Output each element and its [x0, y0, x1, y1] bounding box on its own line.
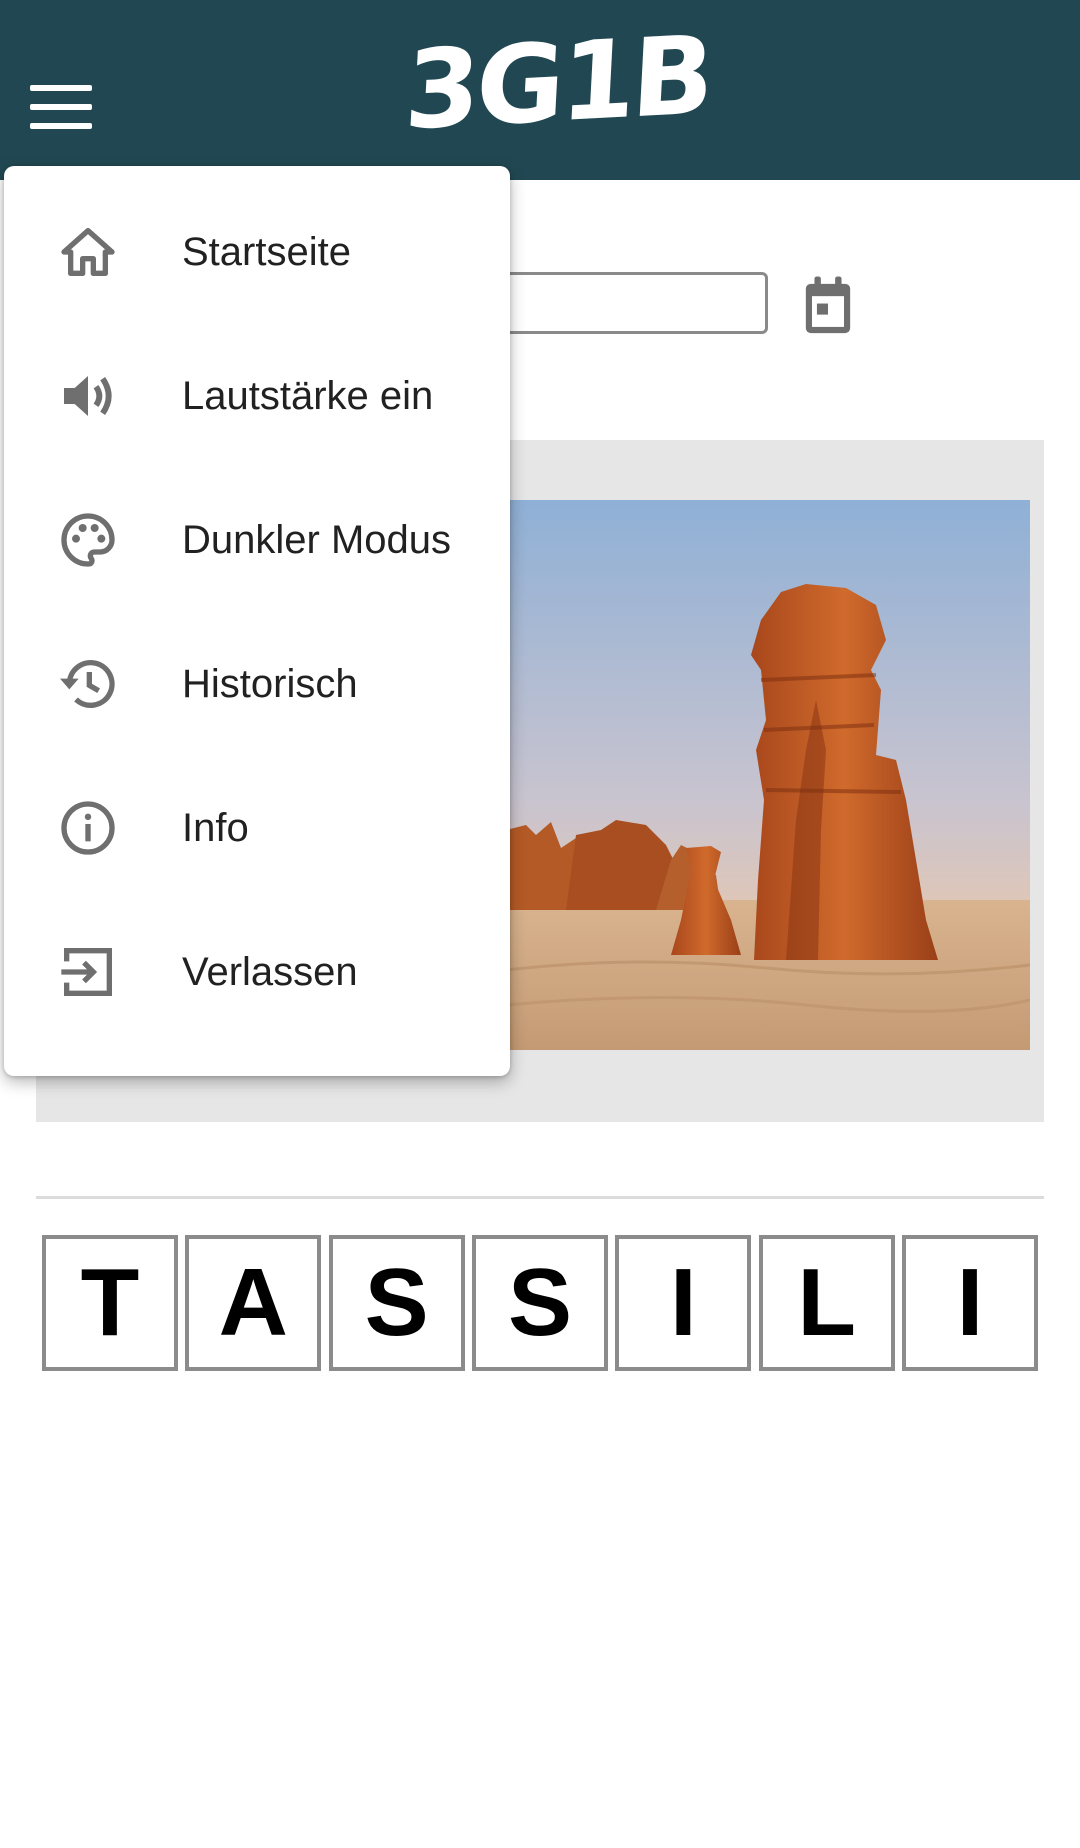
calendar-icon[interactable] [798, 274, 858, 338]
menu-item-info[interactable]: Info [4, 756, 510, 900]
letter-tile[interactable]: T [42, 1235, 178, 1371]
menu-item-label: Historisch [182, 662, 358, 706]
letter-tile[interactable]: S [471, 1235, 608, 1371]
answer-tiles: T A S S I L I [42, 1235, 1038, 1371]
app-logo: 3G1B [401, 12, 714, 155]
volume-icon [56, 364, 120, 428]
navigation-menu: Startseite Lautstärke ein Dunkler Modus … [4, 166, 510, 1076]
exit-icon [56, 940, 120, 1004]
menu-item-label: Dunkler Modus [182, 518, 452, 562]
letter-tile[interactable]: A [185, 1235, 322, 1371]
palette-icon [56, 508, 120, 572]
menu-item-dunkler-modus[interactable]: Dunkler Modus [4, 468, 510, 612]
menu-item-startseite[interactable]: Startseite [4, 180, 510, 324]
letter-tile[interactable]: S [328, 1235, 465, 1371]
menu-item-historisch[interactable]: Historisch [4, 612, 510, 756]
menu-item-label: Startseite [182, 230, 351, 274]
home-icon [56, 220, 120, 284]
desert-rock-photo [505, 500, 1031, 1050]
history-icon [56, 652, 120, 716]
menu-item-lautstaerke[interactable]: Lautstärke ein [4, 324, 510, 468]
app-header: 3G1B [0, 0, 1080, 180]
menu-item-verlassen[interactable]: Verlassen [4, 900, 510, 1044]
letter-tile[interactable]: L [758, 1235, 895, 1371]
info-icon [56, 796, 120, 860]
menu-item-label: Info [182, 806, 249, 850]
menu-item-label: Lautstärke ein [182, 374, 434, 418]
hamburger-menu-icon[interactable] [30, 85, 92, 129]
divider [36, 1196, 1044, 1199]
menu-item-label: Verlassen [182, 950, 358, 994]
letter-tile[interactable]: I [901, 1235, 1038, 1371]
letter-tile[interactable]: I [615, 1235, 752, 1371]
